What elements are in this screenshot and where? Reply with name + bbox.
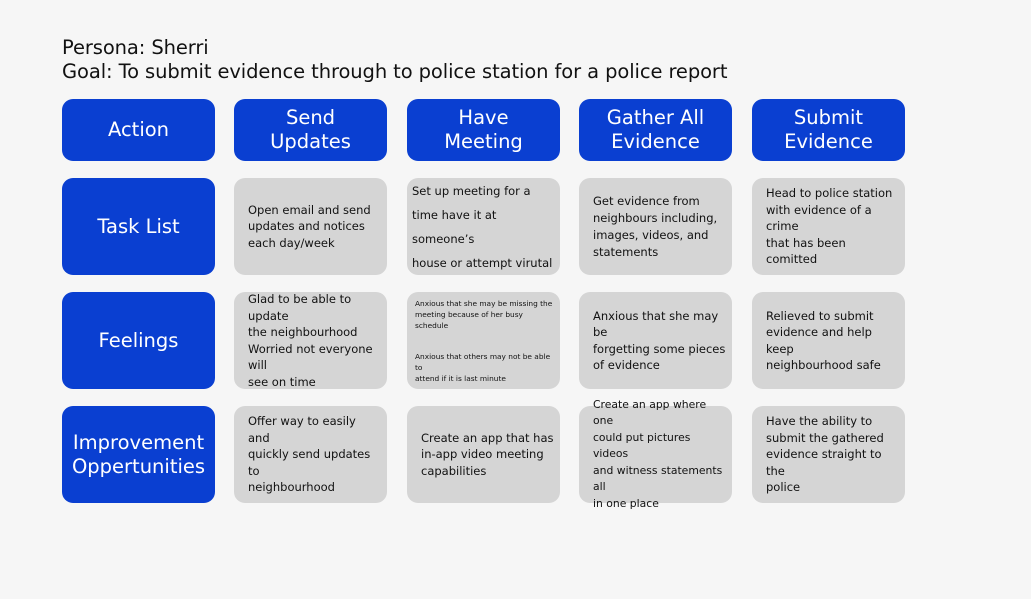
goal-label: Goal: To submit evidence through to poli… xyxy=(62,60,728,83)
row-header-feelings: Feelings xyxy=(62,292,215,389)
row-header-improvement: Improvement Oppertunities xyxy=(62,406,215,503)
stage-label: Gather All Evidence xyxy=(606,106,705,153)
cell-text: Open email and send updates and notices … xyxy=(248,202,371,250)
stage-have-meeting: Have Meeting xyxy=(407,99,560,161)
row-header-action: Action xyxy=(62,99,215,161)
stage-label: Submit Evidence xyxy=(784,106,873,153)
row-header-label: Feelings xyxy=(98,328,179,352)
stage-label: Have Meeting xyxy=(444,106,523,153)
feeling-send-updates: Glad to be able to update the neighbourh… xyxy=(234,292,387,389)
row-header-label: Task List xyxy=(97,214,180,238)
feeling-gather-all-evidence: Anxious that she may be forgetting some … xyxy=(579,292,732,389)
task-gather-all-evidence: Get evidence from neighbours including, … xyxy=(579,178,732,275)
cell-text: Anxious that others may not be able to a… xyxy=(415,351,551,383)
cell-text: Anxious that she may be forgetting some … xyxy=(593,308,726,373)
cell-text: Glad to be able to update the neighbourh… xyxy=(248,292,358,339)
row-header-label: Action xyxy=(107,118,170,141)
cell-text: Worried not everyone will see on time xyxy=(248,341,373,389)
improvement-have-meeting: Create an app that has in-app video meet… xyxy=(407,406,560,503)
cell-text: Head to police station with evidence of … xyxy=(766,186,893,267)
cell-text: Relieved to submit evidence and help kee… xyxy=(766,308,881,373)
stage-label: Send Updates xyxy=(270,106,351,153)
improvement-gather-all-evidence: Create an app where one could put pictur… xyxy=(579,398,732,510)
stage-submit-evidence: Submit Evidence xyxy=(752,99,905,161)
cell-text: Create an app that has in-app video meet… xyxy=(421,430,554,478)
persona-label: Persona: Sherri xyxy=(62,36,209,59)
improvement-submit-evidence: Have the ability to submit the gathered … xyxy=(752,406,905,503)
stage-send-updates: Send Updates xyxy=(234,99,387,161)
cell-text: Have the ability to submit the gathered … xyxy=(766,414,884,495)
cell-text: Get evidence from neighbours including, … xyxy=(593,193,718,259)
journey-header: Persona: Sherri Goal: To submit evidence… xyxy=(62,36,728,84)
feeling-have-meeting: Anxious that she may be missing the meet… xyxy=(407,292,560,389)
cell-text: Anxious that she may be missing the meet… xyxy=(415,298,553,330)
task-send-updates: Open email and send updates and notices … xyxy=(234,178,387,275)
stage-gather-all-evidence: Gather All Evidence xyxy=(579,99,732,161)
cell-text: Create an app where one could put pictur… xyxy=(593,397,723,510)
row-header-label: Improvement Oppertunities xyxy=(71,430,206,478)
cell-text: Offer way to easily and quickly send upd… xyxy=(248,414,371,495)
cell-text: Set up meeting for a time have it at som… xyxy=(412,183,553,270)
improvement-send-updates: Offer way to easily and quickly send upd… xyxy=(234,406,387,503)
task-submit-evidence: Head to police station with evidence of … xyxy=(752,178,905,275)
feeling-submit-evidence: Relieved to submit evidence and help kee… xyxy=(752,292,905,389)
row-header-task-list: Task List xyxy=(62,178,215,275)
task-have-meeting: Set up meeting for a time have it at som… xyxy=(407,178,560,275)
